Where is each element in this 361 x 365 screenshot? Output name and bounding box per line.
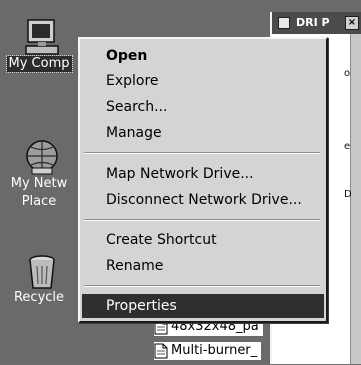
document-icon <box>154 343 168 359</box>
desktop-icon-my-computer[interactable]: My Comp <box>0 18 78 73</box>
close-icon[interactable]: × <box>345 16 359 30</box>
desktop-icon-label: My Comp <box>5 55 73 73</box>
background-window-text-fragment: D <box>344 189 352 200</box>
desktop-icon-my-network-places[interactable]: My Netw Place <box>0 138 78 210</box>
background-window-text-fragment: o <box>344 68 351 79</box>
menu-item-open[interactable]: Open <box>82 44 324 68</box>
menu-item-rename[interactable]: Rename <box>82 254 324 278</box>
menu-separator <box>84 152 320 154</box>
background-window-text-fragment: e <box>344 141 351 152</box>
my-network-places-icon <box>22 138 58 175</box>
menu-separator <box>84 219 320 221</box>
background-window-title-bar[interactable]: DRI P × <box>272 12 361 34</box>
menu-separator <box>84 285 320 287</box>
menu-item-map-network-drive[interactable]: Map Network Drive... <box>82 162 324 186</box>
background-window-title: DRI P <box>296 16 330 29</box>
context-menu: Open Explore Search... Manage Map Networ… <box>78 37 328 323</box>
file-name: Multi-burner_ <box>171 343 258 358</box>
menu-item-create-shortcut[interactable]: Create Shortcut <box>82 228 324 252</box>
menu-item-explore[interactable]: Explore <box>82 69 324 93</box>
desktop-icon-label: Recycle <box>13 290 65 305</box>
recycle-bin-icon <box>22 252 56 289</box>
desktop-icon-recycle-bin[interactable]: Recycle <box>0 252 78 306</box>
my-computer-icon <box>22 18 59 55</box>
menu-item-properties[interactable]: Properties <box>82 294 324 318</box>
menu-item-manage[interactable]: Manage <box>82 121 324 145</box>
desktop-icon-label-line-2: Place <box>21 194 57 209</box>
menu-item-disconnect-network-drive[interactable]: Disconnect Network Drive... <box>82 188 324 212</box>
file-list-item[interactable]: Multi-burner_ <box>154 342 262 360</box>
desktop[interactable]: DRI P × o e D 48x32x48_pa Multi-burner_ … <box>0 0 361 364</box>
menu-item-search[interactable]: Search... <box>82 95 324 119</box>
window-app-icon <box>278 17 290 29</box>
